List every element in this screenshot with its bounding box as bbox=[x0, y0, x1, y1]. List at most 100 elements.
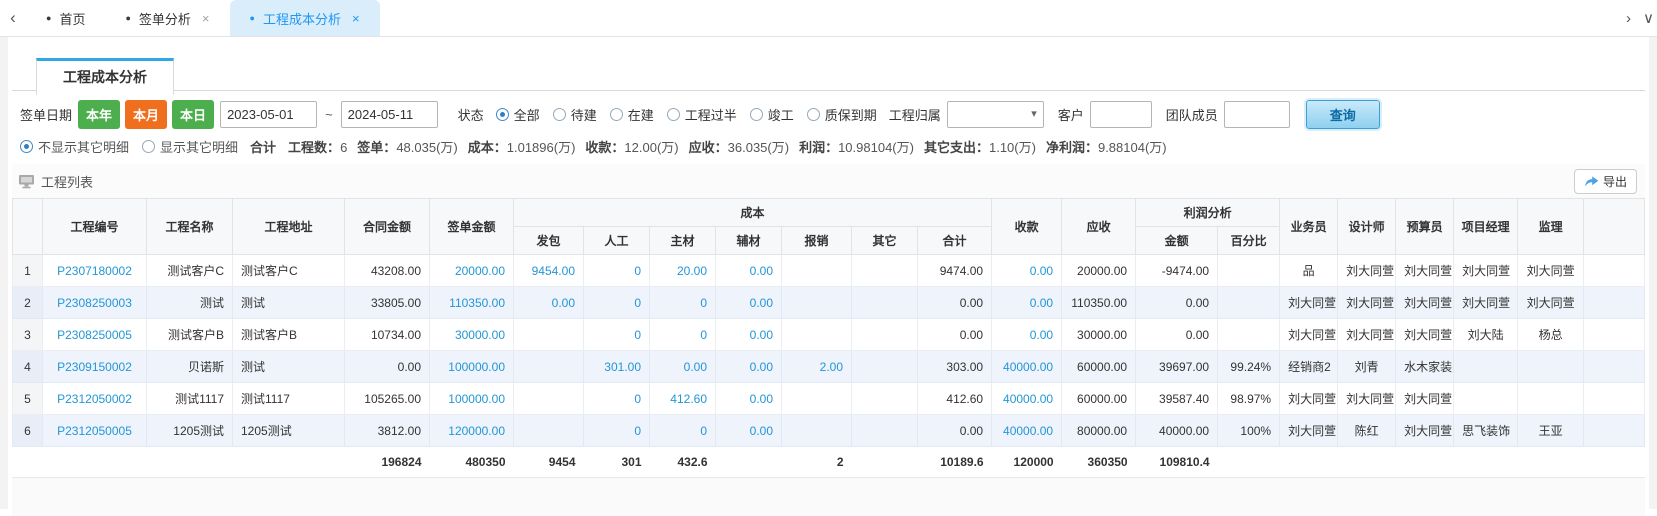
cell bbox=[1218, 319, 1280, 351]
team-member-input[interactable] bbox=[1224, 101, 1290, 128]
col-header-estimator: 预算员 bbox=[1396, 199, 1454, 255]
query-button[interactable]: 查询 bbox=[1306, 100, 1380, 129]
cell bbox=[782, 319, 852, 351]
detail-toggle-option-1[interactable]: 显示其它明细 bbox=[142, 137, 238, 156]
tab-sign-analysis[interactable]: ● 签单分析 × bbox=[105, 0, 229, 36]
cell[interactable]: 412.60 bbox=[650, 383, 716, 415]
status-option-2[interactable]: 在建 bbox=[610, 105, 654, 124]
cell: 测试 bbox=[233, 351, 345, 383]
cell[interactable]: 2.00 bbox=[782, 351, 852, 383]
cell[interactable]: 40000.00 bbox=[992, 351, 1062, 383]
close-tab-icon[interactable]: × bbox=[352, 11, 360, 26]
total-cell bbox=[147, 447, 233, 478]
tab-home[interactable]: ● 首页 bbox=[26, 0, 105, 36]
cell: 刘大同萱 bbox=[1396, 287, 1454, 319]
date-from-input[interactable] bbox=[220, 101, 317, 128]
cell[interactable]: 0 bbox=[584, 383, 650, 415]
cell[interactable]: 0.00 bbox=[992, 255, 1062, 287]
cell[interactable]: 301.00 bbox=[584, 351, 650, 383]
scroll-tabs-left-icon[interactable]: ‹ bbox=[0, 0, 26, 36]
total-cell bbox=[13, 447, 43, 478]
quick-range-buttons: 本年本月本日 bbox=[78, 100, 214, 129]
cell: 刘大同萱 bbox=[1396, 319, 1454, 351]
cell[interactable]: 0 bbox=[584, 287, 650, 319]
project-code-link[interactable]: P2312050005 bbox=[43, 415, 147, 447]
tab-menu-icon[interactable]: ∨ bbox=[1643, 9, 1654, 27]
project-code-link[interactable]: P2308250003 bbox=[43, 287, 147, 319]
total-cell: 432.6 bbox=[650, 447, 716, 478]
status-option-0[interactable]: 全部 bbox=[496, 105, 540, 124]
cell[interactable]: 0.00 bbox=[650, 351, 716, 383]
cell: 60000.00 bbox=[1062, 351, 1136, 383]
detail-toggle-option-0[interactable]: 不显示其它明细 bbox=[20, 137, 129, 156]
cell[interactable]: 0.00 bbox=[992, 319, 1062, 351]
cell[interactable]: 0 bbox=[650, 287, 716, 319]
radio-label: 不显示其它明细 bbox=[38, 137, 129, 156]
cell[interactable]: 0.00 bbox=[716, 351, 782, 383]
cell[interactable]: 40000.00 bbox=[992, 415, 1062, 447]
cell[interactable]: 0 bbox=[650, 415, 716, 447]
cell[interactable]: 9454.00 bbox=[514, 255, 584, 287]
cell: 1205测试 bbox=[147, 415, 233, 447]
cell: 刘大同萱 bbox=[1518, 287, 1584, 319]
radio-label: 在建 bbox=[628, 105, 654, 124]
col-header-designer: 设计师 bbox=[1338, 199, 1396, 255]
cell bbox=[1218, 255, 1280, 287]
cell: 0.00 bbox=[918, 319, 992, 351]
cell[interactable]: 100000.00 bbox=[430, 351, 514, 383]
project-code-link[interactable]: P2308250005 bbox=[43, 319, 147, 351]
scroll-tabs-right-icon[interactable]: › bbox=[1626, 10, 1631, 27]
radio-label: 全部 bbox=[514, 105, 540, 124]
col-header-project-code: 工程编号 bbox=[43, 199, 147, 255]
page-tab-project-cost-analysis[interactable]: 工程成本分析 bbox=[36, 58, 174, 95]
cell bbox=[852, 351, 918, 383]
cell[interactable]: 0 bbox=[584, 255, 650, 287]
tab-project-cost-analysis[interactable]: ● 工程成本分析 × bbox=[230, 0, 380, 36]
cell: 80000.00 bbox=[1062, 415, 1136, 447]
cell: 刘大同萱 bbox=[1280, 287, 1338, 319]
quick-range-button-2[interactable]: 本日 bbox=[172, 100, 214, 129]
cell: 10734.00 bbox=[345, 319, 430, 351]
cell[interactable]: 20000.00 bbox=[430, 255, 514, 287]
cell: 30000.00 bbox=[1062, 319, 1136, 351]
cell: 刘青 bbox=[1338, 351, 1396, 383]
project-code-link[interactable]: P2309150002 bbox=[43, 351, 147, 383]
quick-range-button-1[interactable]: 本月 bbox=[125, 100, 167, 129]
cell: 刘大同萱 bbox=[1338, 287, 1396, 319]
status-option-4[interactable]: 竣工 bbox=[750, 105, 794, 124]
status-option-1[interactable]: 待建 bbox=[553, 105, 597, 124]
summary-item: 工程数：6 bbox=[288, 137, 347, 156]
cell[interactable]: 0.00 bbox=[716, 255, 782, 287]
filler-cell bbox=[1584, 383, 1645, 415]
cell[interactable]: 0.00 bbox=[514, 287, 584, 319]
close-tab-icon[interactable]: × bbox=[202, 11, 210, 26]
cell[interactable]: 0 bbox=[584, 415, 650, 447]
quick-range-button-0[interactable]: 本年 bbox=[78, 100, 120, 129]
project-code-link[interactable]: P2307180002 bbox=[43, 255, 147, 287]
status-option-3[interactable]: 工程过半 bbox=[667, 105, 737, 124]
cell[interactable]: 0 bbox=[584, 319, 650, 351]
total-cell bbox=[1280, 447, 1338, 478]
col-header-project-manager: 项目经理 bbox=[1454, 199, 1518, 255]
project-code-link[interactable]: P2312050002 bbox=[43, 383, 147, 415]
cell[interactable]: 110350.00 bbox=[430, 287, 514, 319]
tab-label: 首页 bbox=[59, 9, 85, 28]
cell[interactable]: 0.00 bbox=[716, 319, 782, 351]
cell[interactable]: 30000.00 bbox=[430, 319, 514, 351]
export-button[interactable]: 导出 bbox=[1574, 169, 1637, 194]
cell: 刘大同萱 bbox=[1338, 255, 1396, 287]
cell[interactable]: 0.00 bbox=[716, 287, 782, 319]
date-to-input[interactable] bbox=[341, 101, 438, 128]
total-cell: 10189.6 bbox=[918, 447, 992, 478]
cell[interactable]: 120000.00 bbox=[430, 415, 514, 447]
customer-input[interactable] bbox=[1090, 101, 1152, 128]
cell[interactable]: 40000.00 bbox=[992, 383, 1062, 415]
cell[interactable]: 0.00 bbox=[716, 383, 782, 415]
status-option-5[interactable]: 质保到期 bbox=[807, 105, 877, 124]
project-ownership-select[interactable]: ▾ bbox=[947, 101, 1044, 128]
cell[interactable]: 100000.00 bbox=[430, 383, 514, 415]
cell[interactable]: 0 bbox=[650, 319, 716, 351]
cell[interactable]: 20.00 bbox=[650, 255, 716, 287]
cell[interactable]: 0.00 bbox=[716, 415, 782, 447]
cell[interactable]: 0.00 bbox=[992, 287, 1062, 319]
